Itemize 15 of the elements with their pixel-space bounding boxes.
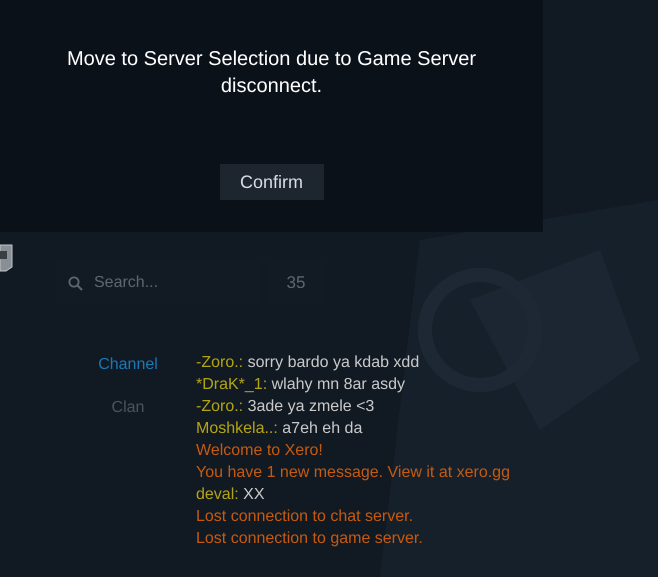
chat-tab[interactable]: Clan	[112, 397, 144, 419]
system-message: Lost connection to game server.	[196, 529, 424, 549]
system-message: You have 1 new message. View it at xero.gg	[196, 463, 511, 483]
system-message: Lost connection to chat server.	[196, 507, 414, 527]
confirm-button[interactable]: Confirm	[220, 164, 324, 200]
dialog-message: Move to Server Selection due to Game Server disconnect.	[66, 47, 478, 99]
search-icon	[68, 276, 83, 291]
system-message: Welcome to Xero!	[196, 441, 324, 461]
chat-tab[interactable]: Channel	[98, 354, 158, 376]
chat-message: deval: XX	[196, 485, 266, 505]
badge-icon[interactable]	[0, 243, 14, 273]
chat-message: -Zoro.: sorry bardo ya kdab xdd	[196, 353, 420, 373]
chat-message: -Zoro.: 3ade ya zmele <3	[196, 397, 376, 417]
chat-message: Moshkela..: a7eh eh da	[196, 419, 364, 439]
chat-message: *DraK*_1: wlahy mn 8ar asdy	[196, 375, 406, 395]
